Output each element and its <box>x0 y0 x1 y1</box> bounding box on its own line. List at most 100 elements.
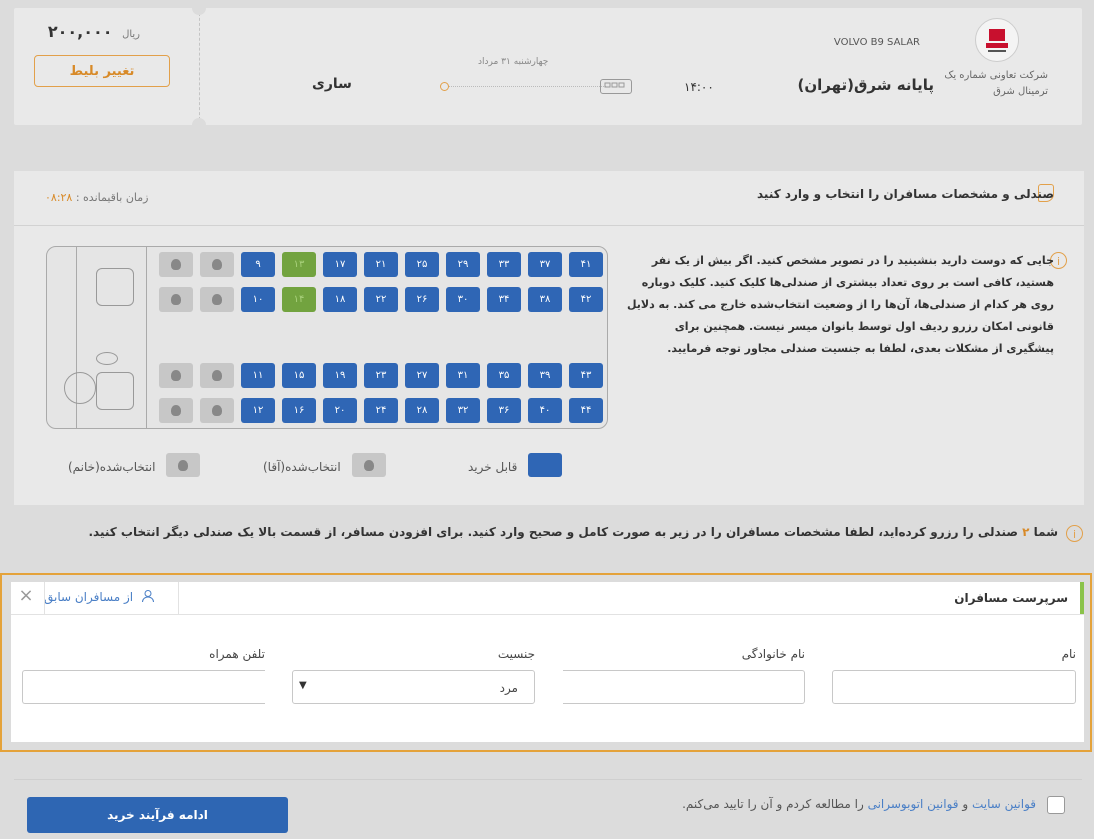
reservation-notice: شما ۲ صندلی را رزرو کرده‌اید، لطفا مشخصا… <box>88 525 1058 539</box>
seat[interactable]: ۲۷ <box>405 363 439 388</box>
divider <box>178 582 179 614</box>
seat[interactable]: ۲۱ <box>364 252 398 277</box>
destination-dot-icon <box>440 82 449 91</box>
seat-reserved <box>200 398 234 423</box>
legend-available-label: قابل خرید <box>468 460 518 474</box>
terms-rest: را مطالعه کردم و آن را تایید می‌کنم. <box>682 797 864 811</box>
seat[interactable]: ۲۹ <box>446 252 480 277</box>
previous-passengers-button[interactable]: از مسافران سابق <box>44 589 155 604</box>
continue-purchase-button[interactable]: ادامه فرآیند خرید <box>27 797 288 833</box>
seat[interactable]: ۱۳ <box>282 252 316 277</box>
bus-model: VOLVO B9 SALAR <box>833 37 920 48</box>
seat[interactable]: ۲۵ <box>405 252 439 277</box>
seat[interactable]: ۱۹ <box>323 363 357 388</box>
previous-passengers-label: از مسافران سابق <box>44 590 134 604</box>
seat[interactable]: ۴۱ <box>569 252 603 277</box>
seat[interactable]: ۳۵ <box>487 363 521 388</box>
legend-female-swatch <box>166 453 200 477</box>
company-name-line1: شرکت تعاونی شماره یک <box>944 70 1048 81</box>
seat[interactable]: ۲۰ <box>323 398 357 423</box>
site-terms-link[interactable]: قوانین سایت <box>972 797 1036 811</box>
seat[interactable]: ۱۰ <box>241 287 275 312</box>
change-ticket-button[interactable]: تغییر بلیط <box>34 55 170 87</box>
seat[interactable]: ۲۴ <box>364 398 398 423</box>
seat[interactable]: ۴۲ <box>569 287 603 312</box>
first-name-field[interactable] <box>832 670 1076 704</box>
driver-seat-icon <box>96 372 134 410</box>
origin-terminal: پایانه شرق(تهران) <box>797 76 935 94</box>
gender-select[interactable]: مرد ▼ <box>292 670 535 704</box>
seat[interactable]: ۴۰ <box>528 398 562 423</box>
legend-female-label: انتخاب‌شده(خانم) <box>68 460 156 474</box>
timer-label: زمان باقیمانده : <box>75 191 149 204</box>
seat[interactable]: ۴۳ <box>569 363 603 388</box>
close-icon[interactable]: × <box>16 586 36 606</box>
seat-reserved <box>200 287 234 312</box>
seat-reserved <box>159 398 193 423</box>
seat-panel-title: صندلی و مشخصات مسافران را انتخاب و وارد … <box>756 187 1054 201</box>
seat-reserved <box>159 287 193 312</box>
seat-reserved <box>200 363 234 388</box>
seat[interactable]: ۲۳ <box>364 363 398 388</box>
notice-info-icon: i <box>1066 525 1083 542</box>
seat[interactable]: ۳۳ <box>487 252 521 277</box>
passenger-form-title: سرپرست مسافران <box>954 591 1068 605</box>
seat[interactable]: ۳۷ <box>528 252 562 277</box>
seat[interactable]: ۱۵ <box>282 363 316 388</box>
seat[interactable]: ۱۶ <box>282 398 316 423</box>
company-logo-icon <box>975 18 1019 62</box>
last-name-field[interactable] <box>563 670 805 704</box>
departure-time: ۱۴:۰۰ <box>684 80 714 94</box>
seat[interactable]: ۱۷ <box>323 252 357 277</box>
user-icon <box>141 590 154 603</box>
seat[interactable]: ۳۶ <box>487 398 521 423</box>
gender-label: جنسیت <box>497 647 535 661</box>
notice-text: صندلی را رزرو کرده‌اید، لطفا مشخصات مساف… <box>88 525 1018 539</box>
divider <box>44 582 45 614</box>
seat-reserved <box>200 252 234 277</box>
company-name: شرکت تعاونی شماره یک ترمینال شرق <box>944 68 1048 100</box>
company-name-line2: ترمینال شرق <box>993 86 1048 97</box>
route-line <box>444 86 606 87</box>
remaining-time: زمان باقیمانده : ۰۸:۲۸ <box>45 191 148 204</box>
seat[interactable]: ۳۰ <box>446 287 480 312</box>
seat[interactable]: ۱۱ <box>241 363 275 388</box>
seat[interactable]: ۳۴ <box>487 287 521 312</box>
seat[interactable]: ۱۲ <box>241 398 275 423</box>
divider <box>14 779 1082 780</box>
price-value: ۲۰۰,۰۰۰ <box>47 22 113 41</box>
steering-wheel-icon <box>64 372 96 404</box>
seat[interactable]: ۳۸ <box>528 287 562 312</box>
seat[interactable]: ۳۱ <box>446 363 480 388</box>
bus-terms-link[interactable]: قوانین اتوبوسرانی <box>868 797 959 811</box>
gender-value: مرد <box>499 681 518 695</box>
seat[interactable]: ۳۹ <box>528 363 562 388</box>
seat[interactable]: ۲۲ <box>364 287 398 312</box>
phone-field[interactable] <box>22 670 265 704</box>
seat-instructions: جایی که دوست دارید بنشینید را در تصویر م… <box>626 254 1054 355</box>
seat[interactable]: ۲۸ <box>405 398 439 423</box>
ticket-divider <box>199 8 200 125</box>
terms-checkbox[interactable] <box>1047 796 1065 814</box>
divider <box>14 225 1084 226</box>
last-name-label: نام خانوادگی <box>741 647 805 661</box>
destination-city: ساری <box>312 76 352 92</box>
seat[interactable]: ۲۶ <box>405 287 439 312</box>
seat-reserved <box>159 363 193 388</box>
seat[interactable]: ۹ <box>241 252 275 277</box>
price-unit: ریال <box>122 29 140 40</box>
camera-icon <box>96 352 118 365</box>
ticket-price: ریال ۲۰۰,۰۰۰ <box>48 22 140 41</box>
terms-text: قوانین سایت و قوانین اتوبوسرانی را مطالع… <box>682 797 1036 811</box>
terms-and: و <box>962 797 969 811</box>
seat[interactable]: ۱۴ <box>282 287 316 312</box>
seat[interactable]: ۳۲ <box>446 398 480 423</box>
ticket-notch <box>192 118 206 132</box>
seat[interactable]: ۱۸ <box>323 287 357 312</box>
reserved-count: ۲ <box>1022 525 1030 539</box>
seat[interactable]: ۴۴ <box>569 398 603 423</box>
departure-date: چهارشنبه ۳۱ مرداد <box>478 57 549 67</box>
form-accent-bar <box>1080 582 1084 614</box>
first-name-label: نام <box>1061 647 1076 661</box>
front-seat-icon <box>96 268 134 306</box>
